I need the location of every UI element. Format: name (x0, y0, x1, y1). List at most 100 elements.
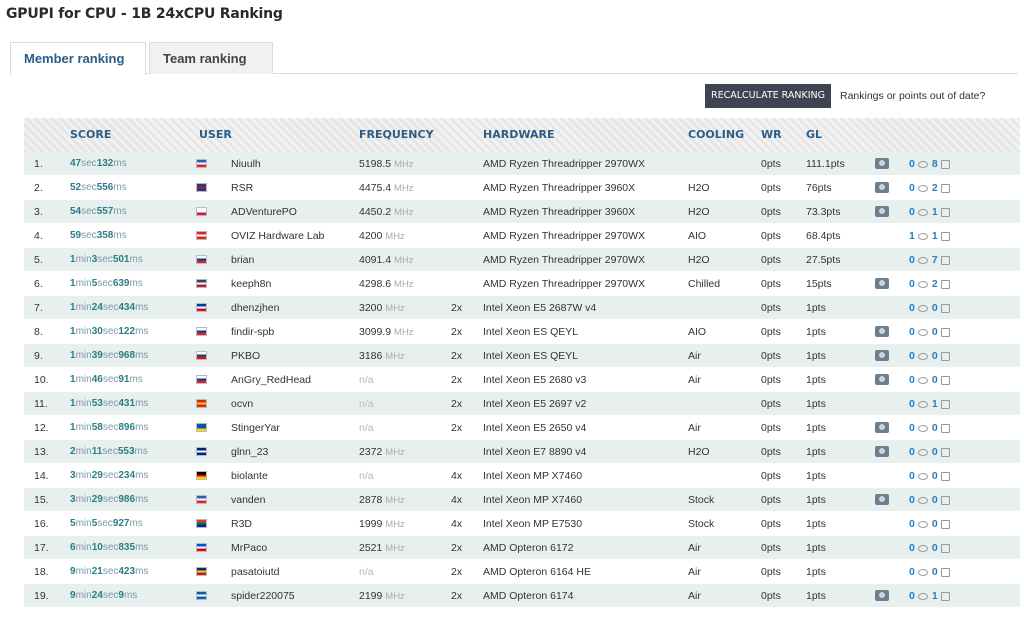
thumbs-up-icon[interactable] (940, 543, 950, 553)
comment-count[interactable]: 0 (909, 446, 915, 458)
comment-icon[interactable] (917, 544, 928, 552)
camera-icon[interactable] (875, 374, 889, 385)
user-link[interactable]: vanden (231, 488, 265, 512)
comment-count[interactable]: 0 (909, 278, 915, 290)
score-cell[interactable]: 1min24sec434ms (70, 296, 148, 320)
user-link[interactable]: pasatoiutd (231, 560, 279, 584)
like-count[interactable]: 0 (932, 494, 938, 506)
user-link[interactable]: dhenzjhen (231, 296, 279, 320)
thumbs-up-icon[interactable] (940, 423, 950, 433)
hardware-link[interactable]: Intel Xeon MP X7460 (483, 488, 582, 512)
score-cell[interactable]: 9min21sec423ms (70, 560, 148, 584)
score-cell[interactable]: 2min11sec553ms (70, 440, 148, 464)
user-link[interactable]: ocvn (231, 392, 253, 416)
comment-icon[interactable] (917, 568, 928, 576)
score-cell[interactable]: 47sec132ms (70, 152, 127, 176)
header-hardware[interactable]: HARDWARE (483, 118, 554, 152)
thumbs-up-icon[interactable] (940, 567, 950, 577)
score-cell[interactable]: 1min5sec639ms (70, 272, 143, 296)
comment-icon[interactable] (917, 160, 928, 168)
hardware-link[interactable]: AMD Ryzen Threadripper 2970WX (483, 224, 645, 248)
comment-count[interactable]: 0 (909, 494, 915, 506)
like-count[interactable]: 2 (932, 182, 938, 194)
header-cooling[interactable]: COOLING (688, 118, 744, 152)
comment-count[interactable]: 0 (909, 566, 915, 578)
user-link[interactable]: MrPaco (231, 536, 267, 560)
comment-icon[interactable] (917, 280, 928, 288)
comment-icon[interactable] (917, 520, 928, 528)
like-count[interactable]: 0 (932, 302, 938, 314)
thumbs-up-icon[interactable] (940, 471, 950, 481)
hardware-link[interactable]: AMD Ryzen Threadripper 3960X (483, 176, 635, 200)
comment-count[interactable]: 0 (909, 254, 915, 266)
comment-icon[interactable] (917, 496, 928, 504)
score-cell[interactable]: 1min30sec122ms (70, 320, 148, 344)
header-frequency[interactable]: FREQUENCY (359, 118, 434, 152)
comment-icon[interactable] (917, 424, 928, 432)
header-user[interactable]: USER (199, 118, 232, 152)
comment-count[interactable]: 0 (909, 542, 915, 554)
thumbs-up-icon[interactable] (940, 207, 950, 217)
like-count[interactable]: 0 (932, 374, 938, 386)
tab-member-ranking[interactable]: Member ranking (10, 42, 146, 75)
hardware-link[interactable]: AMD Ryzen Threadripper 2970WX (483, 248, 645, 272)
user-link[interactable]: brian (231, 248, 254, 272)
score-cell[interactable]: 1min39sec968ms (70, 344, 148, 368)
like-count[interactable]: 0 (932, 326, 938, 338)
hardware-link[interactable]: AMD Ryzen Threadripper 3960X (483, 200, 635, 224)
score-cell[interactable]: 1min3sec501ms (70, 248, 143, 272)
hardware-link[interactable]: Intel Xeon MP E7530 (483, 512, 582, 536)
score-cell[interactable]: 1min58sec896ms (70, 416, 148, 440)
user-link[interactable]: R3D (231, 512, 252, 536)
like-count[interactable]: 8 (932, 158, 938, 170)
camera-icon[interactable] (875, 350, 889, 361)
like-count[interactable]: 1 (932, 398, 938, 410)
comment-count[interactable]: 0 (909, 302, 915, 314)
score-cell[interactable]: 5min5sec927ms (70, 512, 143, 536)
comment-icon[interactable] (917, 256, 928, 264)
score-cell[interactable]: 9min24sec9ms (70, 584, 137, 608)
comment-icon[interactable] (917, 448, 928, 456)
user-link[interactable]: spider220075 (231, 584, 295, 608)
like-count[interactable]: 0 (932, 566, 938, 578)
score-cell[interactable]: 3min29sec986ms (70, 488, 148, 512)
thumbs-up-icon[interactable] (940, 159, 950, 169)
user-link[interactable]: OVIZ Hardware Lab (231, 224, 324, 248)
comment-icon[interactable] (917, 304, 928, 312)
hardware-link[interactable]: AMD Opteron 6164 HE (483, 560, 591, 584)
score-cell[interactable]: 1min53sec431ms (70, 392, 148, 416)
camera-icon[interactable] (875, 158, 889, 169)
user-link[interactable]: Niuulh (231, 152, 261, 176)
hardware-link[interactable]: Intel Xeon E7 8890 v4 (483, 440, 586, 464)
hardware-link[interactable]: Intel Xeon E5 2680 v3 (483, 368, 586, 392)
like-count[interactable]: 0 (932, 422, 938, 434)
user-link[interactable]: biolante (231, 464, 268, 488)
hardware-link[interactable]: AMD Opteron 6174 (483, 584, 573, 608)
thumbs-up-icon[interactable] (940, 279, 950, 289)
score-cell[interactable]: 59sec358ms (70, 224, 127, 248)
score-cell[interactable]: 54sec557ms (70, 200, 127, 224)
hardware-link[interactable]: Intel Xeon E5 2687W v4 (483, 296, 596, 320)
score-cell[interactable]: 52sec556ms (70, 176, 127, 200)
thumbs-up-icon[interactable] (940, 399, 950, 409)
thumbs-up-icon[interactable] (940, 303, 950, 313)
comment-count[interactable]: 0 (909, 398, 915, 410)
comment-icon[interactable] (917, 400, 928, 408)
hardware-link[interactable]: Intel Xeon E5 2650 v4 (483, 416, 586, 440)
user-link[interactable]: glnn_23 (231, 440, 268, 464)
comment-count[interactable]: 0 (909, 326, 915, 338)
comment-count[interactable]: 0 (909, 158, 915, 170)
thumbs-up-icon[interactable] (940, 351, 950, 361)
comment-count[interactable]: 0 (909, 350, 915, 362)
like-count[interactable]: 2 (932, 278, 938, 290)
hardware-link[interactable]: Intel Xeon MP X7460 (483, 464, 582, 488)
like-count[interactable]: 0 (932, 542, 938, 554)
hardware-link[interactable]: AMD Opteron 6172 (483, 536, 573, 560)
user-link[interactable]: StingerYar (231, 416, 280, 440)
like-count[interactable]: 0 (932, 470, 938, 482)
hardware-link[interactable]: Intel Xeon ES QEYL (483, 320, 578, 344)
thumbs-up-icon[interactable] (940, 231, 950, 241)
user-link[interactable]: ADVenturePO (231, 200, 297, 224)
comment-icon[interactable] (917, 232, 928, 240)
user-link[interactable]: PKBO (231, 344, 260, 368)
